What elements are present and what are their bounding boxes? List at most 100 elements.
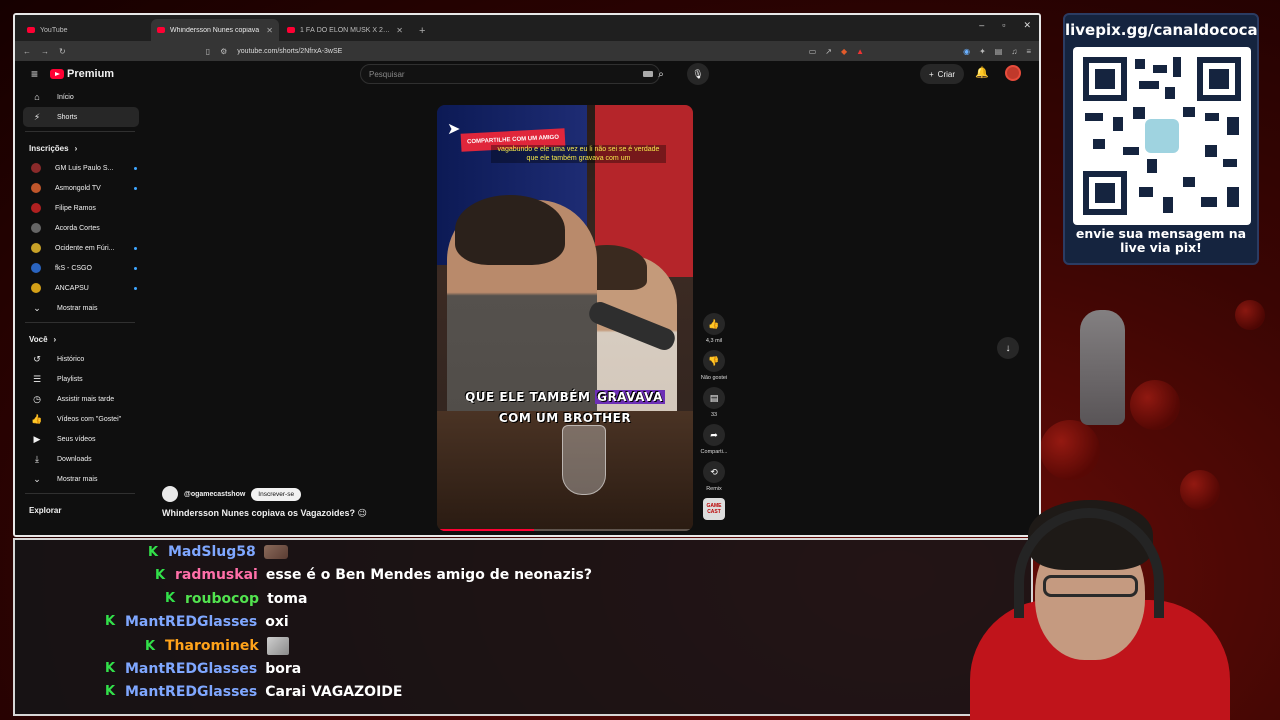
tab-elon-video[interactable]: 1 FÃ DO ELON MUSK X 25 HATERS | ✕: [281, 19, 409, 41]
sidebar-item-subscription[interactable]: Ocidente em Fúri...: [15, 238, 145, 258]
logo-label: Premium: [67, 68, 115, 80]
tab-shorts-video[interactable]: Whindersson Nunes copiava ✕: [151, 19, 279, 41]
url-field[interactable]: youtube.com/shorts/2NfrxA-3wSE: [237, 48, 707, 55]
channel-avatar: [31, 183, 41, 193]
tab-youtube[interactable]: YouTube: [21, 19, 149, 41]
window-controls: – ▫ ✕: [979, 20, 1031, 31]
sidebar-item-subscription[interactable]: Asmongold TV: [15, 178, 145, 198]
maximize-icon[interactable]: ▫: [1002, 20, 1005, 31]
reload-icon[interactable]: ↻: [59, 47, 66, 56]
channel-badge: GAME CAST: [703, 498, 725, 520]
sidebar-item-you[interactable]: ◷ Assistir mais tarde: [15, 389, 145, 409]
site-info-icon[interactable]: ⚙: [220, 47, 227, 56]
comments-button[interactable]: ▤ 33: [697, 387, 731, 418]
close-tab-icon[interactable]: ✕: [396, 26, 403, 35]
forward-icon[interactable]: →: [41, 47, 49, 56]
sidebar-item-label: Downloads: [57, 455, 92, 463]
back-icon[interactable]: ←: [23, 47, 31, 56]
dislike-label: Não gostei: [700, 375, 728, 381]
you-list: ↺ Histórico ☰ Playlists ◷ Assistir mais tarde…: [15, 349, 145, 469]
show-more-button[interactable]: ⌄ Mostrar mais: [15, 298, 145, 318]
kick-platform-icon: K: [105, 684, 116, 700]
puzzle-icon[interactable]: ✦: [979, 47, 986, 56]
sidebar-item-shorts[interactable]: ⚡ Shorts: [23, 107, 139, 127]
streamer-webcam: [940, 470, 1270, 720]
new-tab-icon[interactable]: +: [411, 25, 433, 41]
share-icon[interactable]: ↗: [825, 47, 832, 56]
chat-username[interactable]: MantREDGlasses: [125, 661, 257, 677]
close-tab-icon[interactable]: ✕: [266, 26, 273, 35]
subscribe-button[interactable]: Inscrever-se: [251, 487, 302, 501]
sidebar-item-you[interactable]: ▶ Seus vídeos: [15, 429, 145, 449]
microphone-icon[interactable]: 🎙: [687, 63, 709, 85]
minimize-icon[interactable]: –: [979, 20, 984, 31]
music-icon[interactable]: ♫: [1011, 47, 1017, 56]
sidebar-item-home[interactable]: ⌂ Início: [15, 87, 145, 107]
kick-platform-icon: K: [148, 544, 159, 560]
menu-icon[interactable]: ≡: [1026, 47, 1031, 56]
hamburger-menu-icon[interactable]: ≡: [31, 67, 38, 81]
sidebar-item-you[interactable]: ☰ Playlists: [15, 369, 145, 389]
stream-chat: K MadSlug58 Kradmuskai esse é o Ben Mendes …: [13, 538, 1033, 716]
like-button[interactable]: 👍 4,3 mil: [697, 313, 731, 344]
chat-username[interactable]: MantREDGlasses: [125, 684, 257, 700]
explore-header[interactable]: Explorar: [15, 500, 145, 520]
channel-avatar[interactable]: [162, 486, 178, 502]
remix-button[interactable]: ⟲ Remix: [697, 461, 731, 492]
sidebar-item-subscription[interactable]: Filipe Ramos: [15, 198, 145, 218]
show-more-button[interactable]: ⌄ Mostrar mais: [15, 469, 145, 489]
sidebar-item-label: fkS - CSGO: [55, 264, 92, 272]
create-button[interactable]: + Criar: [920, 64, 965, 84]
tab-label: YouTube: [40, 26, 68, 34]
shorts-video-player[interactable]: ➤ COMPARTILHE COM UM AMIGO vagabundo e e…: [437, 105, 693, 531]
chat-username[interactable]: Tharominek: [165, 638, 259, 654]
share-button[interactable]: ➦ Comparti...: [697, 424, 731, 455]
video-progress-bar[interactable]: [437, 529, 693, 531]
search-icon[interactable]: ⌕: [649, 64, 673, 84]
dislike-button[interactable]: 👎 Não gostei: [697, 350, 731, 381]
sidebar-icon[interactable]: ▤: [995, 47, 1003, 56]
chat-text: oxi: [265, 613, 289, 630]
rewards-icon[interactable]: ▲: [856, 47, 864, 56]
bookmark-icon[interactable]: ▯: [206, 47, 210, 56]
paper-plane-icon: ➤: [447, 121, 461, 138]
next-video-arrow-icon[interactable]: ↓: [997, 337, 1019, 359]
divider: [25, 493, 135, 494]
account-avatar[interactable]: [1005, 65, 1021, 81]
sidebar-item-subscription[interactable]: GM Luis Paulo S...: [15, 158, 145, 178]
sidebar-item-label: Vídeos com "Gostei": [57, 415, 122, 423]
chat-username[interactable]: radmuskai: [175, 567, 258, 583]
close-window-icon[interactable]: ✕: [1023, 20, 1031, 31]
section-title: Explorar: [29, 505, 62, 515]
sidebar-item-subscription[interactable]: ANCAPSU: [15, 278, 145, 298]
video-meta: @ogamecastshow Inscrever-se Whindersson …: [162, 486, 367, 519]
sidebar-item-label: Ocidente em Fúri...: [55, 244, 115, 252]
youtube-logo[interactable]: Premium: [50, 68, 114, 80]
sidebar-item-subscription[interactable]: Acorda Cortes: [15, 218, 145, 238]
kick-platform-icon: K: [105, 614, 116, 630]
subscriptions-header[interactable]: Inscrições ›: [15, 138, 145, 158]
brave-shield-icon[interactable]: ◆: [841, 47, 847, 56]
sidebar: ⌂ Início ⚡ Shorts Inscrições › GM Luis Paul…: [15, 87, 145, 535]
sidebar-item-label: Início: [57, 93, 74, 101]
you-header[interactable]: Você ›: [15, 329, 145, 349]
sidebar-item-you[interactable]: ⤓ Downloads: [15, 449, 145, 469]
sidebar-item-you[interactable]: 👍 Vídeos com "Gostei": [15, 409, 145, 429]
extension-icon[interactable]: ◉: [963, 47, 970, 56]
extension-icons: ▭ ↗ ◆ ▲ ◉ ✦ ▤ ♫ ≡: [809, 47, 1031, 56]
chat-username[interactable]: roubocop: [185, 591, 259, 607]
search-input[interactable]: Pesquisar: [360, 64, 660, 84]
sidebar-item-you[interactable]: ↺ Histórico: [15, 349, 145, 369]
new-content-dot: [134, 186, 137, 190]
tab-bar: YouTube Whindersson Nunes copiava ✕ 1 FÃ …: [15, 15, 1039, 41]
chat-username[interactable]: MadSlug58: [168, 544, 256, 560]
chat-message: K MantREDGlasses bora: [105, 661, 301, 677]
channel-badge-button[interactable]: GAME CAST: [697, 498, 731, 520]
notifications-icon[interactable]: 🔔: [975, 66, 989, 79]
chevron-right-icon: ›: [74, 143, 78, 153]
screen-icon[interactable]: ▭: [809, 47, 817, 56]
chat-username[interactable]: MantREDGlasses: [125, 614, 257, 630]
channel-handle[interactable]: @ogamecastshow: [184, 491, 245, 498]
youtube-header: ≡ Premium Pesquisar ⌕ 🎙 + Criar 🔔: [15, 61, 1039, 87]
sidebar-item-subscription[interactable]: fkS - CSGO: [15, 258, 145, 278]
